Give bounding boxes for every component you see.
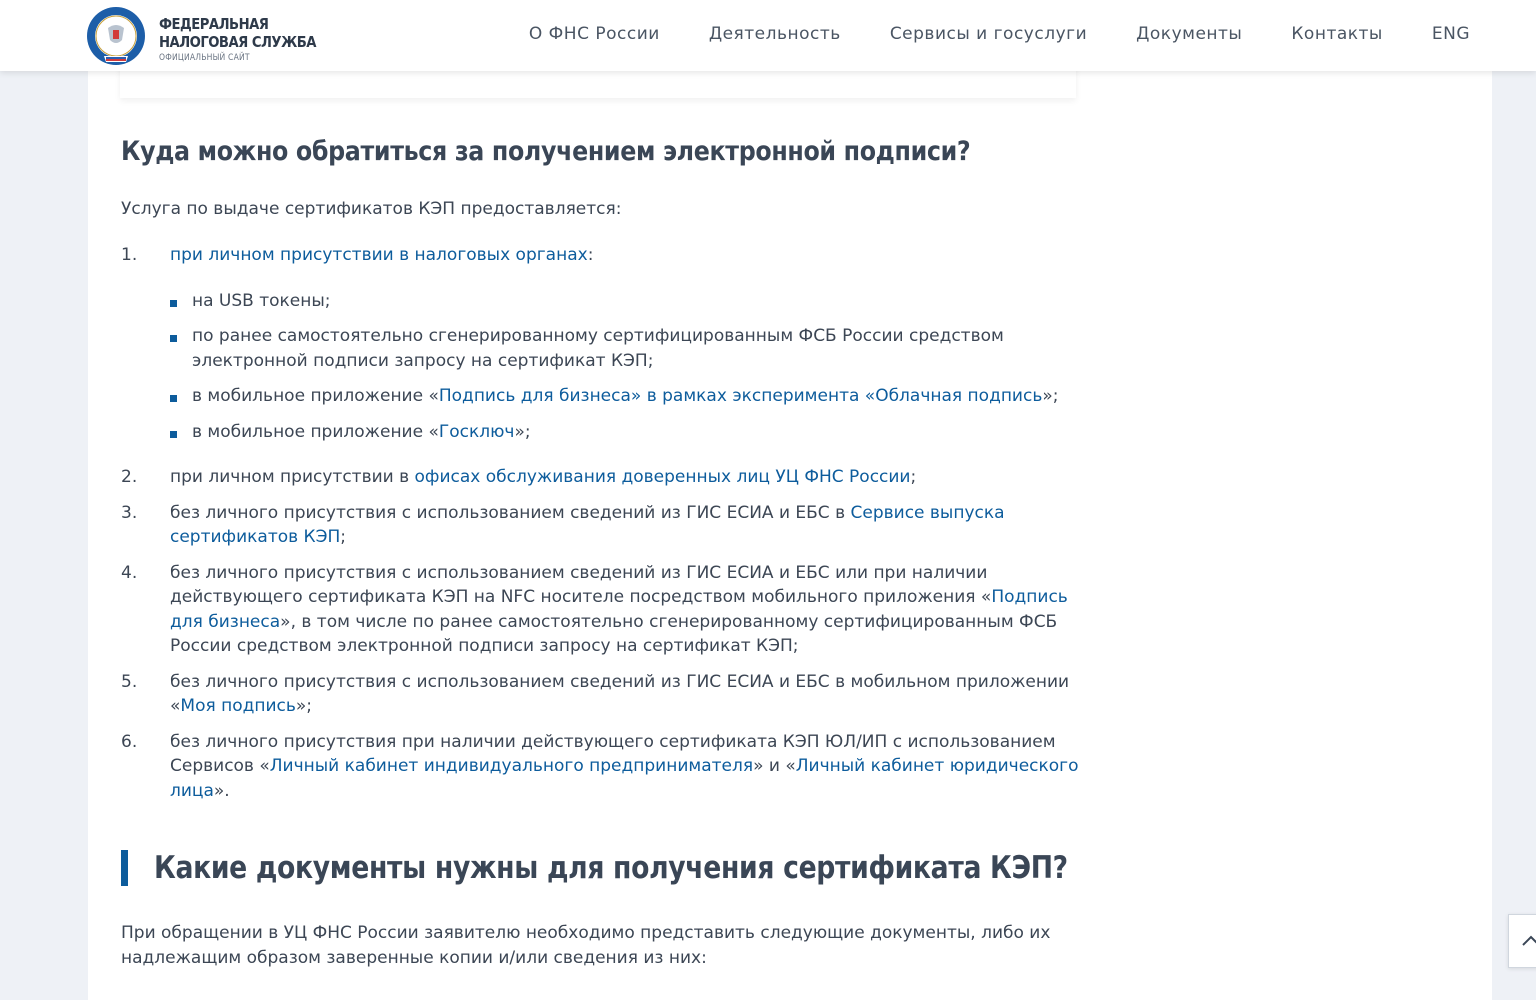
scroll-to-top-icon (1522, 935, 1536, 946)
bullet-icon (170, 299, 177, 307)
sub-item-text: по ранее самостоятельно сгенерированному… (192, 326, 1004, 371)
main-nav: О ФНС России Деятельность Сервисы и госу… (529, 24, 1470, 44)
list-item: 6. без личного присутствия при наличии д… (121, 730, 1081, 804)
brand-line-1: ФЕДЕРАЛЬНАЯ (159, 15, 269, 33)
brand-line-2: НАЛОГОВАЯ СЛУЖБА (159, 33, 316, 51)
brand-title[interactable]: ФЕДЕРАЛЬНАЯ НАЛОГОВАЯ СЛУЖБА ОФИЦИАЛЬНЫЙ… (159, 15, 337, 63)
text-fragment: без личного присутствия с использованием… (170, 502, 851, 523)
text-fragment: » и « (753, 756, 796, 776)
text-fragment: ; (340, 527, 346, 547)
sub-list-item: в мобильное приложение «Госключ»; (170, 420, 1081, 445)
link-lk-ip[interactable]: Личный кабинет индивидуального предприни… (270, 756, 753, 776)
sub-list-item: по ранее самостоятельно сгенерированному… (170, 324, 1081, 373)
text-fragment: в мобильное приложение « (192, 386, 439, 406)
text-fragment: : (587, 245, 594, 265)
text-fragment: »; (514, 421, 531, 442)
text-fragment: », в том числе по ранее самостоятельно с… (170, 611, 1058, 657)
sub-list: на USB токены; по ранее самостоятельно с… (170, 289, 1081, 445)
list-item: 4. без личного присутствия с использован… (121, 561, 1081, 659)
list-number: 2. (121, 467, 138, 487)
text-fragment: в мобильное приложение « (192, 421, 439, 442)
text-fragment: ». (213, 780, 230, 801)
scroll-to-top-button[interactable] (1508, 914, 1536, 968)
list-item: 2. при личном присутствии в офисах обслу… (121, 465, 1081, 490)
link-trusted-offices[interactable]: офисах обслуживания доверенных лиц УЦ ФН… (415, 467, 911, 487)
list-item: 5. без личного присутствия с использован… (121, 670, 1081, 719)
link-moya-podpis[interactable]: Моя подпись (180, 696, 296, 716)
sub-list-item: на USB токены; (170, 289, 1081, 314)
fns-emblem-logo[interactable] (86, 6, 146, 66)
bullet-icon (170, 335, 177, 342)
text-fragment: »; (295, 696, 313, 716)
link-podpis-biznes-cloud[interactable]: Подпись для бизнеса» в рамках эксперимен… (439, 386, 1042, 406)
bullet-icon (170, 395, 177, 402)
list-number: 4. (121, 562, 138, 583)
site-header: ФЕДЕРАЛЬНАЯ НАЛОГОВАЯ СЛУЖБА ОФИЦИАЛЬНЫЙ… (0, 0, 1536, 71)
list-number: 1. (121, 245, 138, 265)
list-number: 3. (121, 502, 138, 523)
link-tax-offices[interactable]: при личном присутствии в налоговых орган… (170, 245, 588, 265)
nav-activity[interactable]: Деятельность (709, 24, 841, 44)
text-fragment: ; (910, 467, 917, 487)
section-intro: Услуга по выдаче сертификатов КЭП предос… (121, 199, 622, 219)
list-number: 6. (121, 731, 138, 752)
section-heading-documents-text: Какие документы нужны для получения серт… (154, 850, 1068, 886)
nav-contacts[interactable]: Контакты (1291, 24, 1383, 44)
nav-about[interactable]: О ФНС России (529, 24, 660, 44)
nav-documents[interactable]: Документы (1136, 24, 1242, 44)
link-goskey[interactable]: Госключ (439, 422, 515, 442)
section-heading-where: Куда можно обратиться за получением элек… (121, 136, 971, 167)
text-fragment: без личного присутствия с использованием… (170, 562, 992, 608)
list-item: 1. при личном присутствии в налоговых ор… (121, 243, 1081, 444)
content-area: Куда можно обратиться за получением элек… (88, 60, 1492, 1000)
brand-subtitle: ОФИЦИАЛЬНЫЙ САЙТ (159, 53, 250, 63)
text-fragment: »; (1042, 386, 1059, 406)
sub-item-text: на USB токены; (192, 290, 331, 311)
list-number: 5. (121, 671, 138, 692)
nav-services[interactable]: Сервисы и госуслуги (890, 24, 1087, 44)
bullet-icon (170, 430, 177, 438)
text-fragment: при личном присутствии в (170, 467, 415, 487)
section-intro-documents: При обращении в УЦ ФНС России заявителю … (121, 923, 1051, 968)
list-item: 3. без личного присутствия с использован… (121, 501, 1081, 550)
sub-list-item: в мобильное приложение «Подпись для бизн… (170, 384, 1081, 409)
section-heading-documents: Какие документы нужны для получения серт… (121, 850, 1217, 886)
nav-eng[interactable]: ENG (1432, 24, 1470, 44)
options-list: 1. при личном присутствии в налоговых ор… (121, 243, 1081, 803)
